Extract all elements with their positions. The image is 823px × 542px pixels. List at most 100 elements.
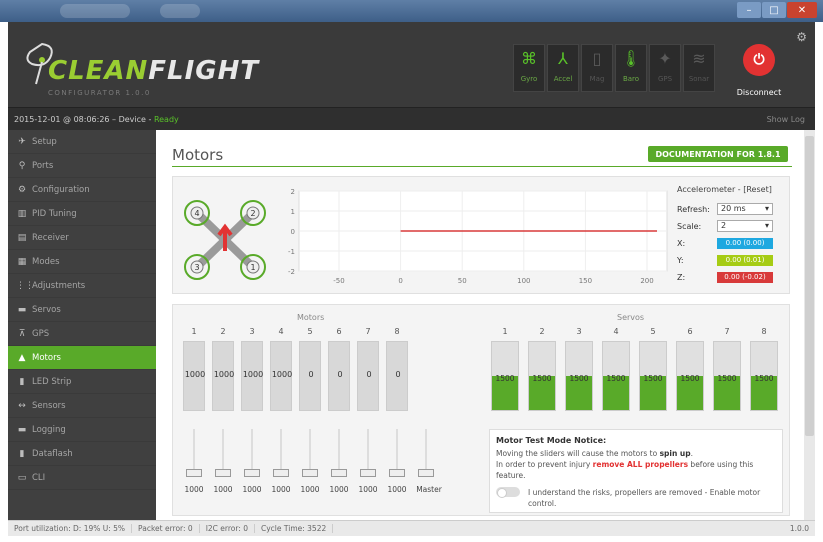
slider-thumb[interactable] [186,469,202,477]
sidebar-item-pid-tuning[interactable]: ▥ PID Tuning [8,202,156,226]
slider-thumb[interactable] [331,469,347,477]
sidebar-item-receiver[interactable]: ▤ Receiver [8,226,156,250]
y-tick-label: 0 [291,228,295,236]
status-timestamp: 2015-12-01 @ 08:06:26 – Device - [14,115,154,124]
motors-tab-content: Motors DOCUMENTATION FOR 1.8.1 4 2 3 1 2… [156,130,804,520]
x-tick-label: -50 [333,277,344,285]
motor-value: 0 [337,370,343,379]
sensor-accel: ⅄ Accel [547,44,579,92]
motor-value: 0 [366,370,372,379]
minimize-button[interactable]: – [737,2,761,18]
sidebar-item-logging[interactable]: ▬ Logging [8,418,156,442]
sidebar-item-motors[interactable]: ▲ Motors [8,346,156,370]
refresh-select[interactable]: 20 ms [717,203,773,215]
sidebar: ✈ Setup ⚲ Ports ⚙ Configuration ▥ PID Tuning ▤ Re… [8,130,156,520]
servo-number: 5 [650,327,656,336]
gps-icon: ✦ [658,49,672,68]
motor-number: 8 [394,327,400,336]
motor-value: 0 [395,370,401,379]
sidebar-item-led-strip[interactable]: ▮ LED Strip [8,370,156,394]
motor-number: 3 [249,327,255,336]
slider-thumb[interactable] [215,469,231,477]
motor-2-icon: 2 [240,200,266,226]
cleanflight-logo: CLEANFLIGHT CONFIGURATOR 1.0.0 [22,36,258,106]
servo-number: 4 [613,327,619,336]
sidebar-item-ports[interactable]: ⚲ Ports [8,154,156,178]
sidebar-item-setup[interactable]: ✈ Setup [8,130,156,154]
bottom-status-bar: Port utilization: D: 19% U: 5% Packet er… [8,520,815,536]
motor-slider[interactable] [299,429,321,477]
dataflash-icon: ▮ [19,448,25,459]
enable-motor-toggle[interactable] [496,487,520,498]
quad-x-diagram: 4 2 3 1 [184,200,266,280]
servo-value: 1500 [680,374,700,383]
master-label: Master [416,485,442,494]
motor-value: 1000 [271,370,293,379]
slider-thumb[interactable] [302,469,318,477]
sidebar-item-adjustments[interactable]: ⋮⋮ Adjustments [8,274,156,298]
sidebar-item-label: Logging [32,424,66,435]
logo-subtitle: CONFIGURATOR 1.0.0 [48,89,151,97]
sidebar-item-label: Configuration [32,184,90,195]
slider-track [280,429,282,473]
y-tick-label: -2 [288,268,295,276]
scrollbar-thumb[interactable] [805,136,814,436]
servo-bar: 1500 [713,341,741,411]
servo-value: 1500 [569,374,589,383]
pid-tuning-icon: ▥ [17,208,27,219]
motor-slider[interactable] [357,429,379,477]
modes-icon: ▦ [17,256,27,267]
sidebar-item-label: CLI [32,472,46,483]
scale-select[interactable]: 2 [717,220,773,232]
motor-number: 5 [307,327,313,336]
servo-bar: 1500 [639,341,667,411]
master-slider[interactable] [415,429,437,477]
slider-thumb[interactable] [360,469,376,477]
motor-slider[interactable] [183,429,205,477]
sensor-gyro: ⌘ Gyro [513,44,545,92]
slider-thumb[interactable] [389,469,405,477]
vertical-scrollbar[interactable] [804,130,815,520]
sensor-gps: ✦ GPS [649,44,681,92]
accelerometer-title[interactable]: Accelerometer - [Reset] [677,185,785,194]
accelerometer-panel: Accelerometer - [Reset] Refresh: 20 ms Sc… [677,185,785,291]
slider-thumb[interactable] [418,469,434,477]
sonar-icon: ≋ [692,49,706,68]
sidebar-item-sensors[interactable]: ↔ Sensors [8,394,156,418]
notice-line1: Moving the sliders will cause the motors… [496,449,660,458]
sidebar-item-configuration[interactable]: ⚙ Configuration [8,178,156,202]
disconnect-button[interactable]: ⏻ Disconnect [730,44,788,102]
motor-slider[interactable] [328,429,350,477]
sensor-label: Mag [589,75,605,83]
slider-thumb[interactable] [273,469,289,477]
maximize-button[interactable]: □ [762,2,786,18]
accelerometer-graph: 2 1 0 -1 -2 -50 0 50 100 150 200 [288,188,668,285]
show-log-link[interactable]: Show Log [767,115,805,124]
sidebar-item-dataflash[interactable]: ▮ Dataflash [8,442,156,466]
motor-value: 1000 [213,370,235,379]
motor-slider[interactable] [212,429,234,477]
gear-icon[interactable]: ⚙ [796,30,807,44]
sidebar-item-modes[interactable]: ▦ Modes [8,250,156,274]
motor-value: 1000 [242,370,264,379]
documentation-button[interactable]: DOCUMENTATION FOR 1.8.1 [648,146,788,162]
x-value-badge: 0.00 (0.00) [717,237,773,249]
y-tick-label: -1 [288,248,295,256]
motor-slider[interactable] [270,429,292,477]
accel-icon: ⅄ [558,49,568,68]
window-titlebar: – □ ✕ [0,0,823,22]
servo-value: 1500 [532,374,552,383]
motor-slider[interactable] [386,429,408,477]
sidebar-item-gps[interactable]: ⊼ GPS [8,322,156,346]
x-tick-label: 100 [517,277,530,285]
sidebar-item-cli[interactable]: ▭ CLI [8,466,156,490]
close-button[interactable]: ✕ [787,2,817,18]
servo-number: 2 [539,327,545,336]
baro-icon: 🌡 [620,49,642,68]
motor-bar: 0 [328,341,350,411]
motor-3-icon: 3 [184,254,210,280]
slider-thumb[interactable] [244,469,260,477]
motor-slider[interactable] [241,429,263,477]
sidebar-item-servos[interactable]: ▬ Servos [8,298,156,322]
servo-bar: 1500 [750,341,778,411]
